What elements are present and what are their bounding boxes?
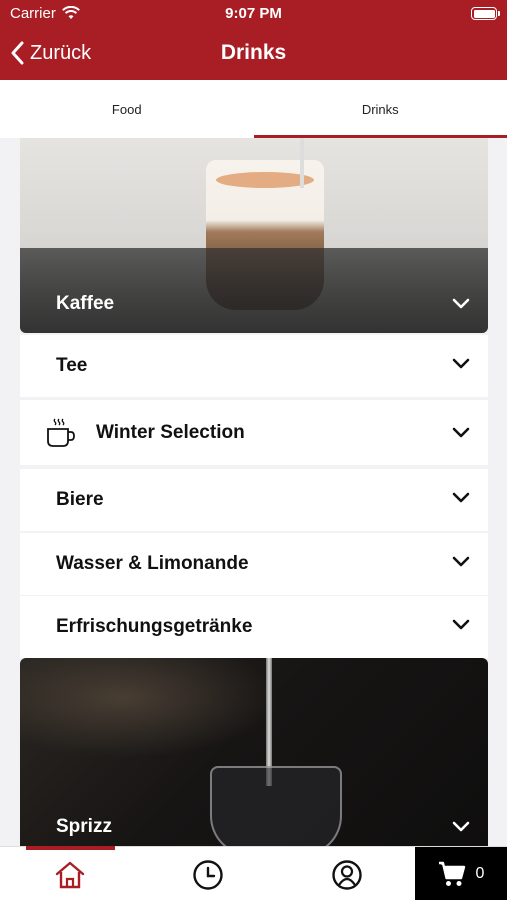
chevron-down-icon [452,298,470,309]
category-label-biere: Biere [56,489,104,510]
chevron-down-icon [452,821,470,832]
category-card-kaffee[interactable]: Kaffee [20,138,488,333]
active-tab-indicator [26,846,115,850]
category-label-winter: Winter Selection [96,421,245,443]
page-title: Drinks [220,41,287,64]
category-card-sprizz[interactable]: Sprizz [20,658,488,846]
chevron-down-icon [452,619,470,630]
user-icon[interactable] [331,859,363,891]
navigation-bar: Zurück Drinks [0,28,507,80]
sprizz-glass-photo [210,766,342,846]
cart-count: 0 [475,865,485,882]
clock-icon[interactable] [192,859,224,891]
category-label-wasser: Wasser & Limonande [56,553,249,574]
bar-background-photo [20,658,280,758]
cart-button[interactable]: 0 [415,847,507,900]
category-row-biere[interactable]: Biere [20,469,488,531]
category-list: Kaffee Tee Winter Selection Biere Wasser… [0,138,507,846]
chevron-down-icon [452,556,470,567]
home-icon[interactable] [54,859,86,891]
status-bar: Carrier 9:07 PM [0,0,507,28]
category-label-tee: Tee [56,355,88,376]
chevron-down-icon [452,492,470,503]
category-label-sprizz: Sprizz [56,816,112,837]
category-row-wasser-limonande[interactable]: Wasser & Limonande [20,533,488,595]
category-row-winter-selection[interactable]: Winter Selection [20,400,488,465]
bottom-tab-bar: 0 [0,846,507,900]
category-label-erfrischung: Erfrischungsgetränke [56,616,253,637]
clock-time: 9:07 PM [225,5,282,22]
category-label-kaffee: Kaffee [56,293,115,314]
image-shade [20,248,488,333]
tab-drinks[interactable]: Drinks [253,80,507,138]
cart-icon [438,861,465,886]
straw-decoration [300,138,304,188]
tab-food[interactable]: Food [0,80,254,138]
hot-cup-icon [47,418,75,447]
chevron-down-icon [452,358,470,369]
category-tabs: Food Drinks [0,80,507,138]
chevron-down-icon [452,427,470,438]
category-row-tee[interactable]: Tee [20,335,488,397]
battery-icon [471,7,500,20]
category-row-erfrischungsgetraenke[interactable]: Erfrischungsgetränke [20,596,488,658]
